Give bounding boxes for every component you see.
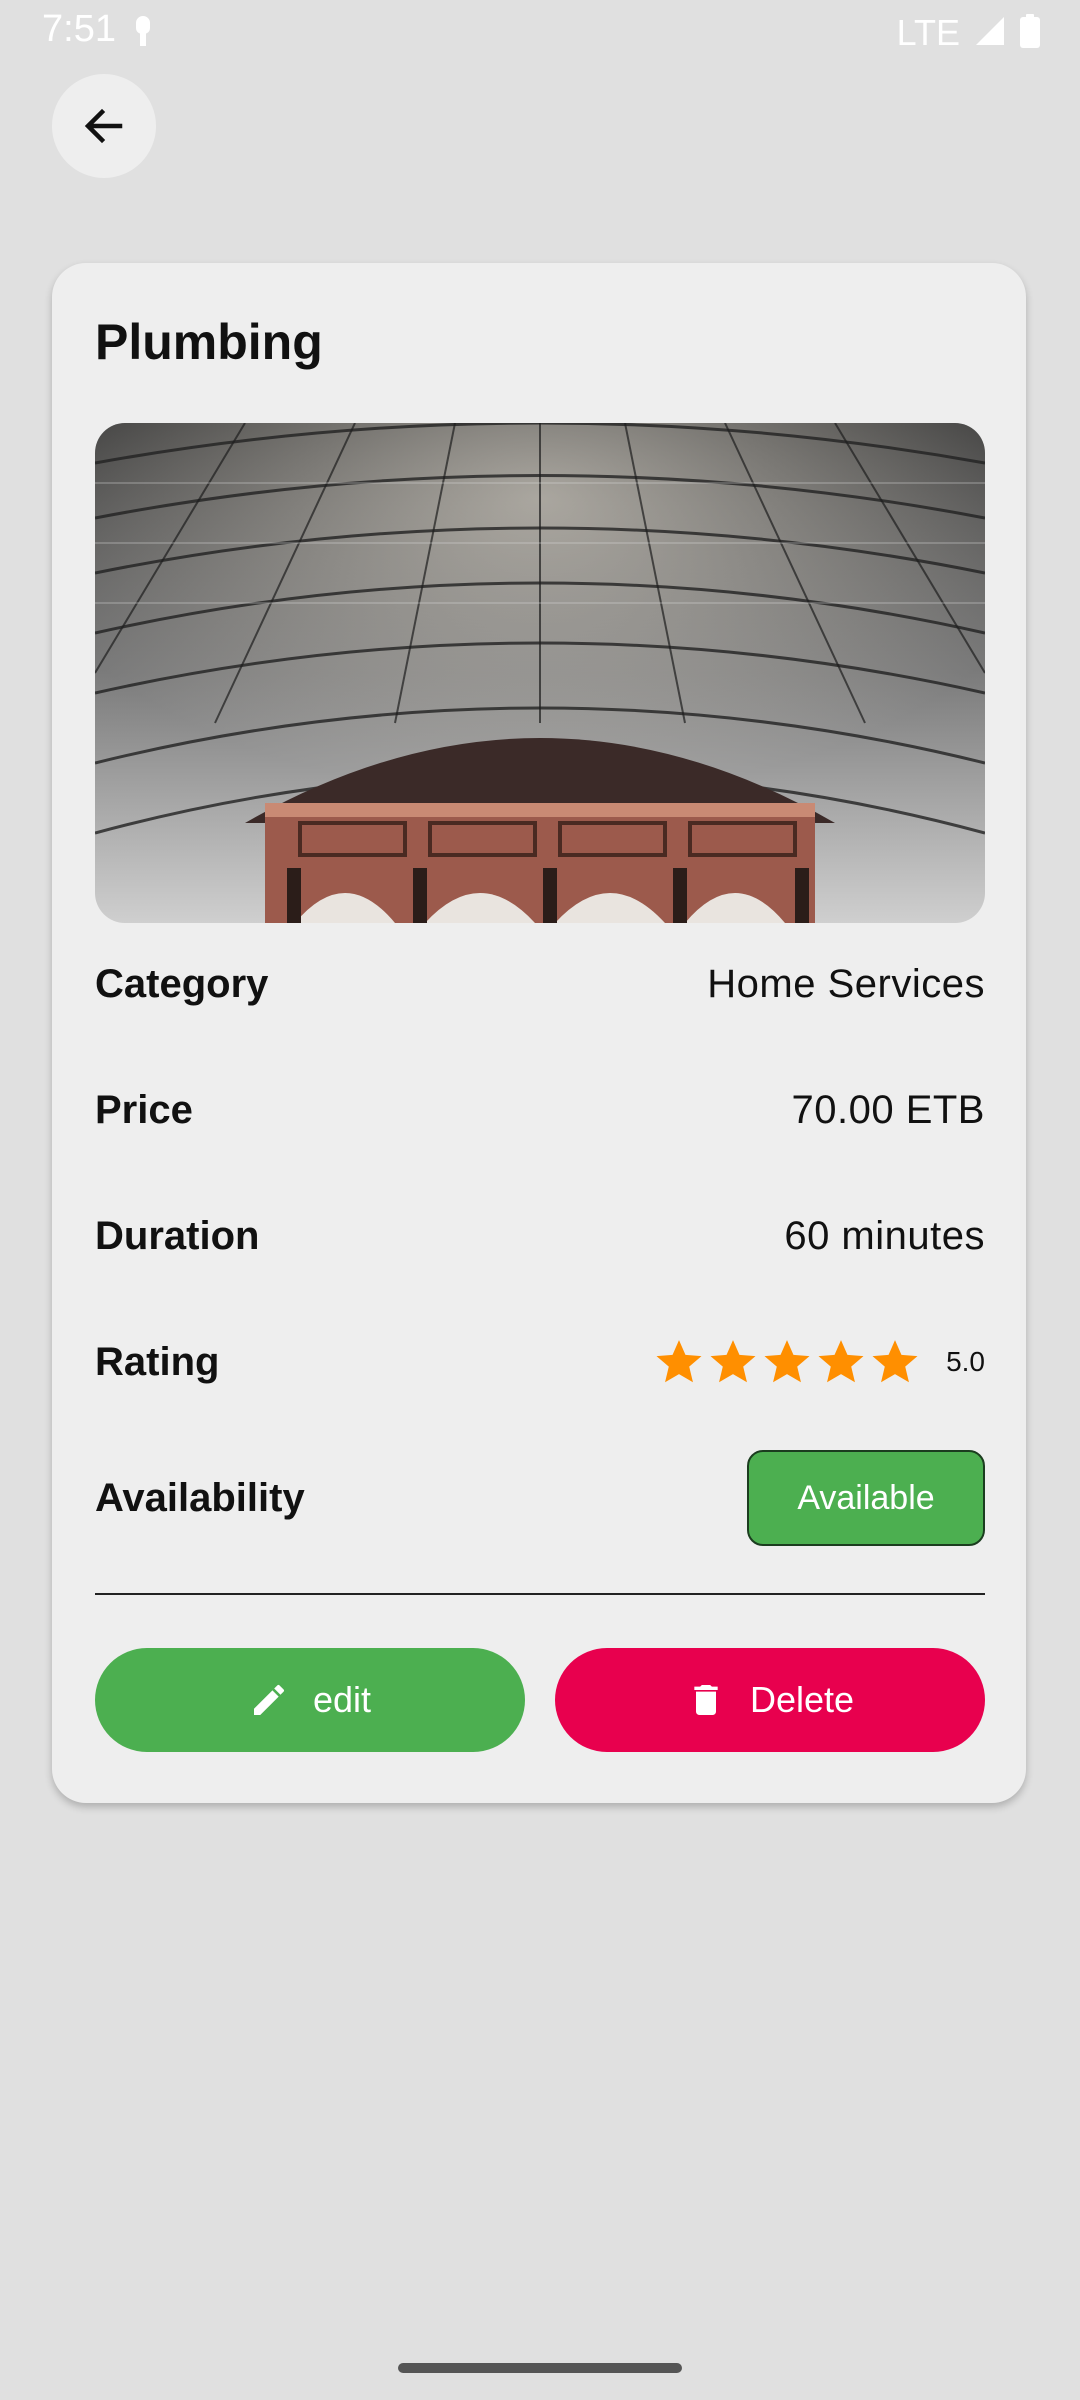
- star-icon: [818, 1340, 864, 1383]
- duration-value: 60 minutes: [784, 1213, 985, 1258]
- detail-row-availability: Availability Available: [95, 1448, 985, 1548]
- price-value: 70.00 ETB: [791, 1087, 985, 1132]
- star-icon: [872, 1340, 918, 1383]
- category-value: Home Services: [707, 961, 985, 1006]
- divider: [95, 1593, 985, 1595]
- detail-row-duration: Duration 60 minutes: [95, 1196, 985, 1276]
- pencil-icon: [253, 1684, 284, 1715]
- edit-button[interactable]: edit: [95, 1648, 525, 1752]
- star-icon: [710, 1340, 756, 1383]
- status-time: 7:51: [42, 8, 116, 50]
- lock-icon: [131, 14, 155, 53]
- delete-button[interactable]: Delete: [555, 1648, 985, 1752]
- status-indicators: LTE: [897, 12, 1040, 54]
- back-button[interactable]: [52, 74, 156, 178]
- availability-badge: Available: [747, 1450, 985, 1546]
- signal-icon: [974, 15, 1006, 52]
- star-icon: [764, 1340, 810, 1383]
- service-image: [95, 423, 985, 923]
- service-card: Plumbing: [52, 263, 1026, 1803]
- home-indicator[interactable]: [398, 2363, 682, 2373]
- price-label: Price: [95, 1087, 193, 1132]
- arrow-left-icon: [84, 108, 123, 144]
- rating-label: Rating: [95, 1339, 220, 1384]
- service-title: Plumbing: [95, 314, 323, 370]
- star-icon: [656, 1340, 702, 1383]
- trash-icon: [694, 1685, 718, 1715]
- detail-row-category: Category Home Services: [95, 944, 985, 1024]
- rating-stars: 5.0: [654, 1337, 985, 1387]
- delete-label: Delete: [749, 1679, 855, 1720]
- battery-icon: [1020, 13, 1040, 53]
- rating-value: 5.0: [946, 1346, 985, 1377]
- duration-label: Duration: [95, 1213, 260, 1258]
- detail-row-price: Price 70.00 ETB: [95, 1070, 985, 1150]
- detail-row-rating: Rating 5.0: [95, 1322, 985, 1402]
- category-label: Category: [95, 961, 269, 1006]
- edit-label: edit: [312, 1679, 372, 1720]
- availability-label: Availability: [95, 1475, 305, 1520]
- network-type: LTE: [896, 12, 960, 53]
- status-bar: 7:51 LTE: [0, 0, 1080, 60]
